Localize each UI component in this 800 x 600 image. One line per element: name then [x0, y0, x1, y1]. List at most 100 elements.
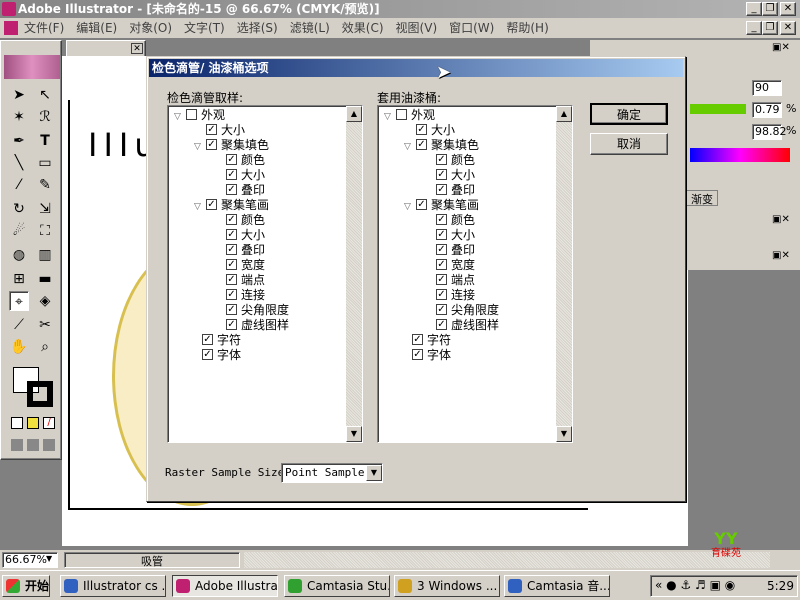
- taskbar-button[interactable]: Camtasia Stu...: [284, 575, 390, 597]
- panel-close-icon-1[interactable]: ▣✕: [772, 42, 790, 53]
- panel-close-icon-2[interactable]: ▣✕: [772, 214, 790, 225]
- pencil-icon[interactable]: ✎: [35, 175, 55, 195]
- taskbar-button[interactable]: 3 Windows ...: [394, 575, 500, 597]
- gradient-tool-icon[interactable]: ▬: [35, 269, 55, 289]
- tree-item[interactable]: ✓ 端点: [424, 273, 475, 288]
- menu-item[interactable]: 编辑(E): [76, 18, 117, 38]
- taskbar-button[interactable]: Adobe Illustra...: [172, 575, 278, 597]
- tree-item[interactable]: ✓ 宽度: [424, 258, 475, 273]
- magic-wand-icon[interactable]: ✶: [9, 107, 29, 127]
- color-mode-icon[interactable]: [11, 417, 23, 429]
- menu-item[interactable]: 选择(S): [237, 18, 278, 38]
- checkbox[interactable]: ✓: [436, 274, 447, 285]
- menu-item[interactable]: 文件(F): [24, 18, 64, 38]
- raster-sample-select[interactable]: Point Sample ▼: [281, 463, 383, 483]
- checkbox[interactable]: ✓: [416, 124, 427, 135]
- checkbox[interactable]: ✓: [226, 154, 237, 165]
- tree-item[interactable]: ✓ 大小: [214, 168, 265, 183]
- paintbrush-icon[interactable]: ⁄: [9, 175, 29, 195]
- checkbox[interactable]: ✓: [226, 304, 237, 315]
- free-transform-icon[interactable]: ⛶: [35, 221, 55, 241]
- tree-item[interactable]: ✓ 叠印: [424, 183, 475, 198]
- tree-item[interactable]: ▽ ✓ 聚集笔画: [404, 198, 479, 213]
- slider-green[interactable]: [690, 104, 746, 114]
- tree-item[interactable]: ✓ 颜色: [424, 213, 475, 228]
- menu-item[interactable]: 视图(V): [396, 18, 438, 38]
- tree-item[interactable]: ✓ 字体: [400, 348, 451, 363]
- value-field-2[interactable]: 0.79: [752, 102, 782, 118]
- checkbox[interactable]: ✓: [436, 214, 447, 225]
- tree-item[interactable]: ✓ 叠印: [424, 243, 475, 258]
- doc-restore-button[interactable]: ❐: [762, 21, 778, 35]
- selection-tool-icon[interactable]: ➤: [9, 85, 29, 105]
- expand-toggle-icon[interactable]: ▽: [174, 110, 186, 125]
- graph-tool-icon[interactable]: ▥: [35, 245, 55, 265]
- lasso-icon[interactable]: ℛ: [35, 107, 55, 127]
- expand-toggle-icon[interactable]: ▽: [404, 140, 416, 155]
- screen-mode-icon[interactable]: [11, 439, 55, 451]
- tree-item[interactable]: ✓ 尖角限度: [214, 303, 289, 318]
- stroke-swatch[interactable]: [27, 381, 53, 407]
- tree-item[interactable]: ✓ 大小: [424, 228, 475, 243]
- tree-item[interactable]: ✓ 叠印: [214, 243, 265, 258]
- checkbox[interactable]: ✓: [436, 259, 447, 270]
- pen-tool-icon[interactable]: ✒: [9, 131, 29, 151]
- tree-item[interactable]: ✓ 字符: [190, 333, 241, 348]
- checkbox[interactable]: [186, 109, 197, 120]
- close-button[interactable]: ✕: [780, 2, 796, 16]
- checkbox[interactable]: ✓: [206, 139, 217, 150]
- menu-item[interactable]: 帮助(H): [506, 18, 548, 38]
- menu-item[interactable]: 效果(C): [342, 18, 384, 38]
- checkbox[interactable]: ✓: [226, 274, 237, 285]
- tree-item[interactable]: ✓ 颜色: [424, 153, 475, 168]
- zoom-tool-icon[interactable]: ⌕: [35, 337, 55, 357]
- symbol-sprayer-icon[interactable]: ◍: [9, 245, 29, 265]
- checkbox[interactable]: ✓: [202, 334, 213, 345]
- checkbox[interactable]: ✓: [416, 199, 427, 210]
- checkbox[interactable]: ✓: [436, 229, 447, 240]
- cancel-button[interactable]: 取消: [590, 133, 668, 155]
- mesh-tool-icon[interactable]: ⊞: [9, 269, 29, 289]
- value-field-3[interactable]: 98.82: [752, 124, 787, 140]
- start-button[interactable]: 开始: [2, 575, 50, 597]
- scroll-down-icon[interactable]: ▼: [556, 426, 572, 442]
- tree-item[interactable]: ✓ 大小: [424, 168, 475, 183]
- checkbox[interactable]: ✓: [436, 304, 447, 315]
- checkbox[interactable]: ✓: [226, 244, 237, 255]
- value-field-1[interactable]: 90: [752, 80, 782, 96]
- doc-minimize-button[interactable]: _: [746, 21, 762, 35]
- tree-item[interactable]: ✓ 字体: [190, 348, 241, 363]
- options-close-icon[interactable]: ✕: [131, 43, 143, 54]
- eyedropper-tool-icon[interactable]: ⌖: [9, 291, 29, 311]
- expand-toggle-icon[interactable]: ▽: [194, 200, 206, 215]
- scroll-up-icon[interactable]: ▲: [556, 106, 572, 122]
- rectangle-tool-icon[interactable]: ▭: [35, 153, 55, 173]
- checkbox[interactable]: ✓: [226, 319, 237, 330]
- checkbox[interactable]: [396, 109, 407, 120]
- tree-item[interactable]: ✓ 端点: [214, 273, 265, 288]
- hand-tool-icon[interactable]: ✋: [9, 337, 29, 357]
- checkbox[interactable]: ✓: [436, 184, 447, 195]
- none-mode-icon[interactable]: /: [43, 417, 55, 429]
- taskbar-button[interactable]: Camtasia 音...: [504, 575, 610, 597]
- checkbox[interactable]: ✓: [226, 184, 237, 195]
- current-tool-field[interactable]: 吸管: [64, 552, 240, 568]
- apply-scrollbar[interactable]: ▲ ▼: [556, 106, 572, 442]
- gradient-mode-icon[interactable]: [27, 417, 39, 429]
- checkbox[interactable]: ✓: [206, 124, 217, 135]
- tree-item[interactable]: ✓ 大小: [214, 228, 265, 243]
- checkbox[interactable]: ✓: [412, 334, 423, 345]
- tree-item[interactable]: ✓ 连接: [424, 288, 475, 303]
- tree-item[interactable]: ✓ 宽度: [214, 258, 265, 273]
- checkbox[interactable]: ✓: [226, 289, 237, 300]
- tree-item[interactable]: ✓ 尖角限度: [424, 303, 499, 318]
- checkbox[interactable]: ✓: [436, 169, 447, 180]
- minimize-button[interactable]: _: [746, 2, 762, 16]
- checkbox[interactable]: ✓: [436, 289, 447, 300]
- zoom-dropdown-icon[interactable]: ▼: [46, 554, 52, 563]
- doc-close-button[interactable]: ✕: [780, 21, 796, 35]
- line-tool-icon[interactable]: ╲: [9, 153, 29, 173]
- scroll-down-icon[interactable]: ▼: [346, 426, 362, 442]
- checkbox[interactable]: ✓: [226, 169, 237, 180]
- menu-item[interactable]: 文字(T): [184, 18, 225, 38]
